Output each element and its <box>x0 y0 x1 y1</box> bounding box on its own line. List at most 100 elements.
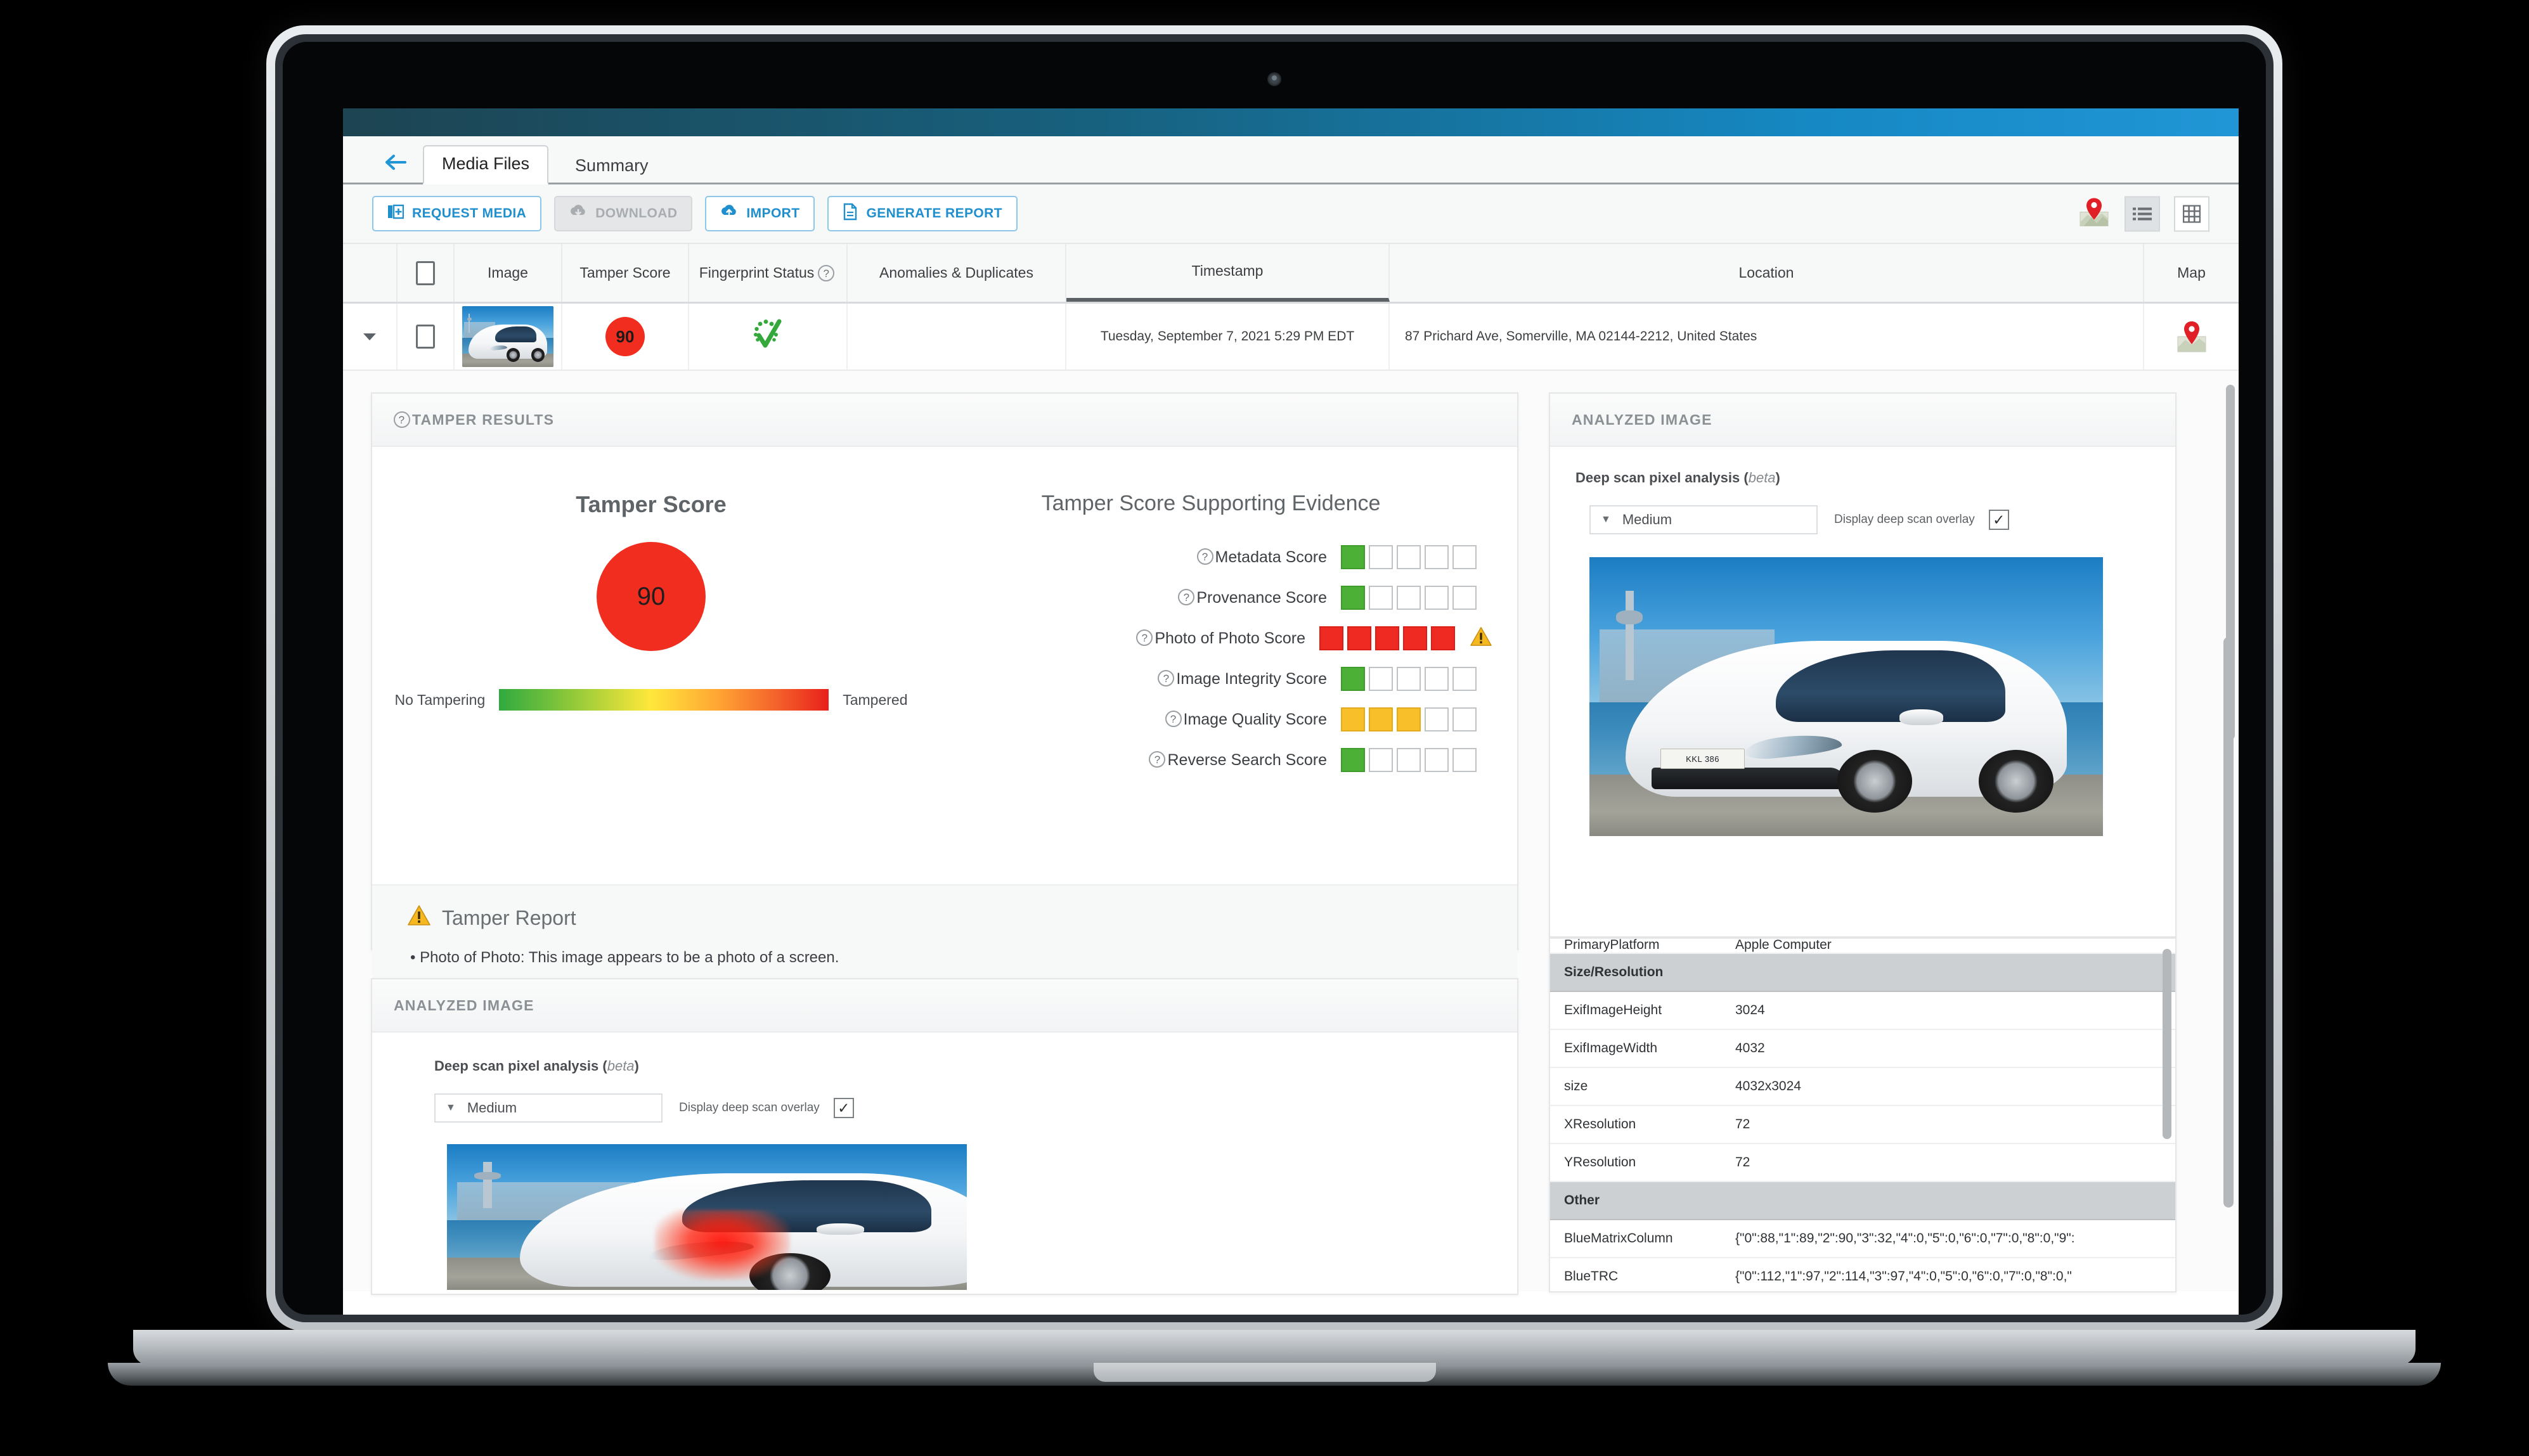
analyzed-image-header-left: ANALYZED IMAGE <box>372 979 1517 1033</box>
column-header-tamper-score[interactable]: Tamper Score <box>562 244 689 302</box>
evidence-block <box>1425 748 1449 772</box>
supporting-evidence-section: Tamper Score Supporting Evidence ? Metada… <box>930 491 1517 884</box>
row-thumbnail[interactable] <box>462 306 553 367</box>
detail-left-column: ? TAMPER RESULTS Tamper Score 90 No Tamp… <box>371 392 1518 1295</box>
column-header-fingerprint-status[interactable]: Fingerprint Status? <box>689 244 848 302</box>
evidence-block <box>1425 707 1449 731</box>
overlay-checkbox-right[interactable]: ✓ <box>1988 510 2009 530</box>
evidence-block <box>1452 748 1477 772</box>
metadata-row: ExifImageHeight 3024 <box>1550 992 2175 1030</box>
row-image-cell[interactable] <box>455 304 562 370</box>
evidence-label: ? Reverse Search Score <box>1149 751 1327 770</box>
metadata-row: BlueTRC {"0":112,"1":97,"2":114,"3":97,"4… <box>1550 1258 2175 1291</box>
evidence-block <box>1319 626 1343 650</box>
map-pin-icon[interactable] <box>2078 196 2111 232</box>
tamper-gauge-legend: No Tampering Tampered <box>394 689 908 711</box>
deep-scan-controls-right: Deep scan pixel analysis (beta) ▼ Medium… <box>1550 447 2175 836</box>
deep-scan-overlay-heatmap <box>655 1209 791 1280</box>
deep-scan-level-select-right[interactable]: ▼ Medium <box>1589 505 1818 534</box>
gauge-max-label: Tampered <box>843 691 908 708</box>
table-row[interactable]: 90 Tuesday, September 7, 2021 5:29 PM ED… <box>343 304 2239 371</box>
grid-view-icon[interactable] <box>2174 196 2209 231</box>
metadata-scrollbar[interactable] <box>2163 949 2171 1139</box>
metadata-key: XResolution <box>1564 1117 1636 1131</box>
evidence-block <box>1452 545 1477 569</box>
deep-scan-title-right: Deep scan pixel analysis (beta) <box>1575 470 1780 486</box>
row-select-cell[interactable] <box>398 304 455 370</box>
row-checkbox[interactable] <box>416 325 435 349</box>
tab-summary[interactable]: Summary <box>557 148 666 184</box>
overlay-checkbox-left[interactable]: ✓ <box>833 1098 854 1118</box>
column-header-timestamp[interactable]: Timestamp <box>1066 244 1390 302</box>
evidence-row: ? Image Quality Score <box>930 707 1492 731</box>
analyzed-image-right[interactable]: KKL 386 <box>1589 557 2103 836</box>
deep-scan-level-value-left: Medium <box>467 1100 517 1116</box>
deep-scan-row-right: ▼ Medium Display deep scan overlay ✓ <box>1589 505 2175 534</box>
evidence-block <box>1375 626 1399 650</box>
request-media-button[interactable]: REQUEST MEDIA <box>372 196 542 231</box>
analyzed-image-left[interactable] <box>447 1144 967 1290</box>
metadata-value <box>1721 1182 2175 1219</box>
evidence-row: ? Reverse Search Score <box>930 748 1492 772</box>
column-header-fingerprint-label: Fingerprint Status <box>699 264 815 281</box>
evidence-help-icon[interactable]: ? <box>1158 669 1175 686</box>
row-map-pin-icon[interactable] <box>2175 319 2208 354</box>
tamper-gauge-section: Tamper Score 90 No Tampering Tampered <box>372 491 930 884</box>
deep-scan-level-select-left[interactable]: ▼ Medium <box>434 1093 663 1123</box>
deep-scan-label-right: Deep scan pixel analysis <box>1575 470 1740 486</box>
tamper-results-help-icon[interactable]: ? <box>394 411 410 428</box>
metadata-value-clipped: Apple Computer <box>1735 939 1832 952</box>
list-view-icon[interactable] <box>2125 196 2160 231</box>
thumb-rear-wheel <box>531 348 545 362</box>
evidence-help-icon[interactable]: ? <box>1178 588 1195 605</box>
tab-media-files[interactable]: Media Files <box>423 145 549 184</box>
chevron-down-icon: ▼ <box>1601 514 1611 525</box>
download-button[interactable]: DOWNLOAD <box>554 196 693 231</box>
deep-scan-title-left: Deep scan pixel analysis (beta) <box>434 1058 639 1074</box>
select-all-checkbox-cell[interactable] <box>398 244 455 302</box>
row-map-cell[interactable] <box>2144 304 2239 370</box>
evidence-help-icon[interactable]: ? <box>1196 548 1213 565</box>
tab-strip: Media Files Summary <box>343 136 2239 184</box>
column-header-anomalies[interactable]: Anomalies & Duplicates <box>848 244 1066 302</box>
evidence-block <box>1369 667 1393 691</box>
app-screen: Media Files Summary REQUEST MEDIA DOWNLO… <box>343 108 2239 1315</box>
import-button[interactable]: IMPORT <box>705 196 815 231</box>
right-img-front-wheel <box>1837 750 1913 813</box>
download-icon <box>569 204 587 223</box>
column-header-location[interactable]: Location <box>1390 244 2144 302</box>
metadata-key: ExifImageHeight <box>1564 1003 1662 1017</box>
page-scrollbar[interactable] <box>2223 637 2234 1208</box>
metadata-value: 3024 <box>1735 1003 1765 1017</box>
analyzed-image-header-right: ANALYZED IMAGE <box>1550 394 2175 447</box>
fingerprint-help-icon[interactable]: ? <box>818 264 835 281</box>
evidence-label: ? Image Integrity Score <box>1158 669 1327 688</box>
metadata-value <box>1721 954 2175 991</box>
row-expand-toggle[interactable] <box>343 304 398 370</box>
select-all-checkbox[interactable] <box>416 261 435 285</box>
app-top-bar <box>343 108 2239 136</box>
request-media-label: REQUEST MEDIA <box>412 206 527 221</box>
row-tamper-score-badge: 90 <box>605 317 645 356</box>
metadata-row: XResolution 72 <box>1550 1106 2175 1144</box>
overlay-label-left: Display deep scan overlay <box>679 1101 820 1114</box>
analyzed-image-title-right: ANALYZED IMAGE <box>1572 411 1712 428</box>
evidence-block <box>1397 667 1421 691</box>
deep-scan-controls-left: Deep scan pixel analysis (beta) ▼ Medium… <box>372 1033 1517 1290</box>
column-header-map[interactable]: Map <box>2144 244 2239 302</box>
generate-report-button[interactable]: GENERATE REPORT <box>827 196 1018 231</box>
column-header-image[interactable]: Image <box>455 244 562 302</box>
back-arrow-icon[interactable] <box>378 145 414 180</box>
metadata-row-clipped: PrimaryPlatform Apple Computer <box>1550 939 2175 954</box>
generate-report-label: GENERATE REPORT <box>866 206 1002 221</box>
evidence-help-icon[interactable]: ? <box>1165 710 1182 727</box>
evidence-help-icon[interactable]: ? <box>1149 751 1166 768</box>
evidence-help-icon[interactable]: ? <box>1136 629 1153 646</box>
metadata-key-clipped: PrimaryPlatform <box>1564 939 1660 952</box>
evidence-block <box>1452 586 1477 610</box>
table-header-row: Image Tamper Score Fingerprint Status? A… <box>343 243 2239 304</box>
tamper-results-panel: ? TAMPER RESULTS Tamper Score 90 No Tamp… <box>371 392 1518 1005</box>
evidence-block <box>1369 586 1393 610</box>
metadata-row: BlueMatrixColumn {"0":88,"1":89,"2":90,"3… <box>1550 1220 2175 1258</box>
evidence-block <box>1369 748 1393 772</box>
